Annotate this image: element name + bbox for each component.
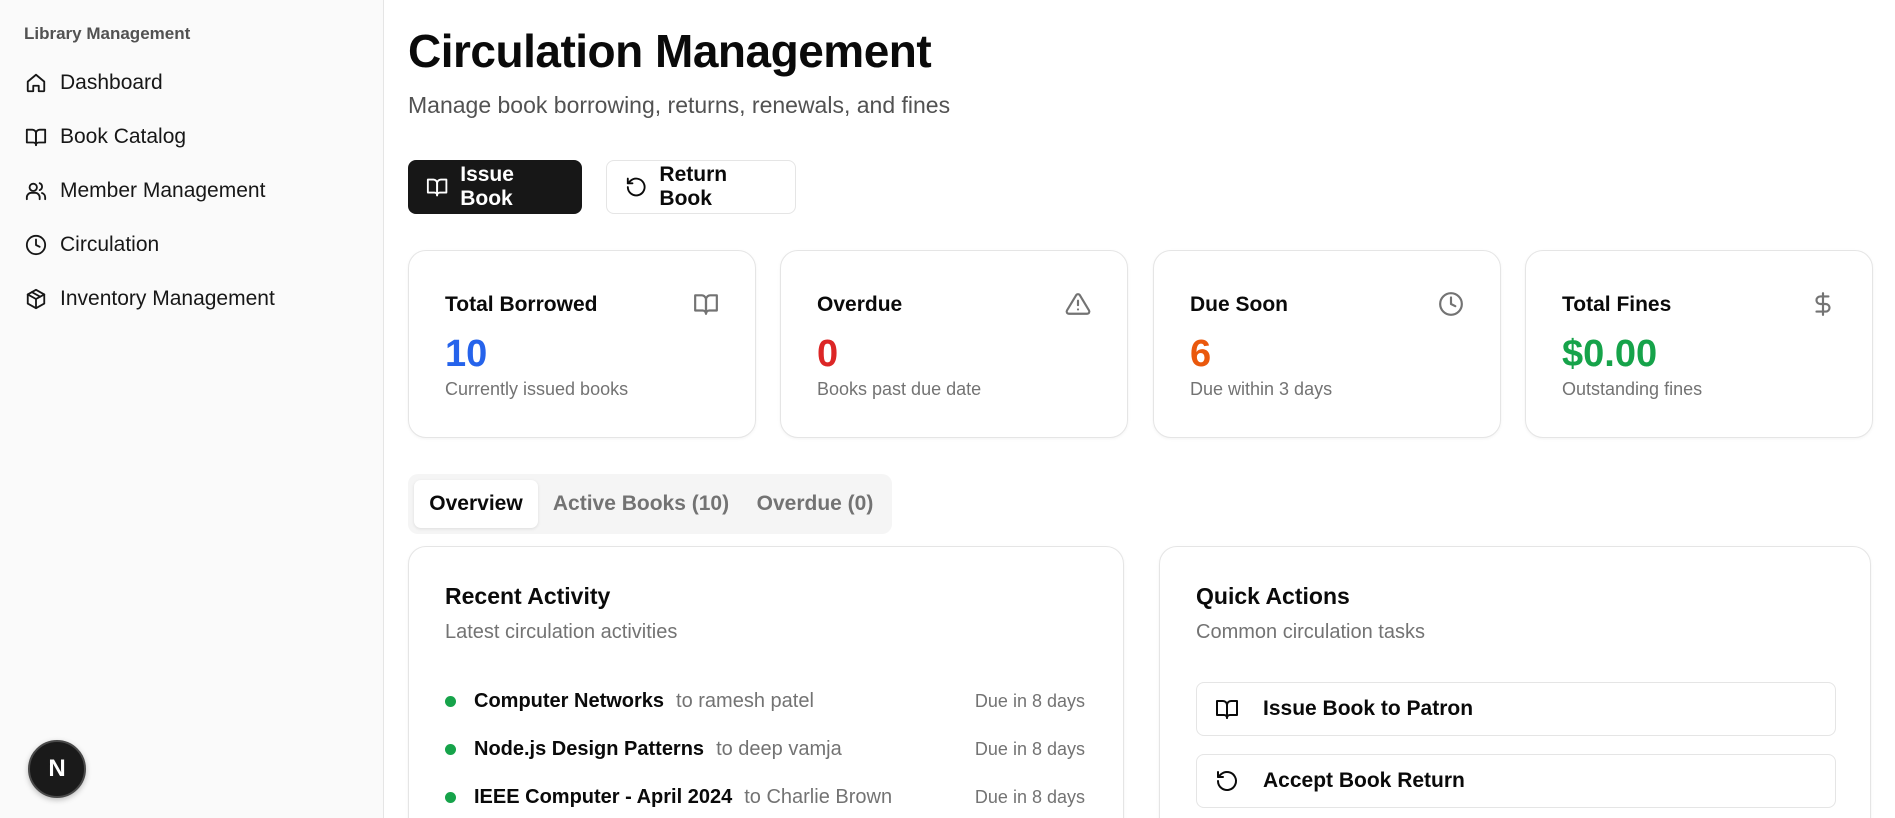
quick-actions-panel: Quick Actions Common circulation tasks I… bbox=[1159, 546, 1871, 818]
alert-triangle-icon bbox=[1065, 291, 1091, 317]
sidebar-item-label: Dashboard bbox=[60, 71, 163, 94]
issue-book-label: Issue Book bbox=[460, 163, 514, 210]
sidebar-item-circulation[interactable]: Circulation bbox=[12, 218, 372, 272]
activity-due: Due in 8 days bbox=[974, 738, 1085, 759]
stat-value: $0.00 bbox=[1562, 333, 1658, 375]
list-item: Node.js Design Patterns to deep vamja Du… bbox=[445, 725, 1085, 773]
stat-card-total-borrowed: Total Borrowed 10 Currently issued books bbox=[408, 250, 756, 438]
stat-title: Due Soon bbox=[1190, 293, 1288, 316]
activity-book: IEEE Computer - April 2024 bbox=[474, 785, 733, 808]
stat-card-overdue: Overdue 0 Books past due date bbox=[780, 250, 1128, 438]
sidebar-item-member-management[interactable]: Member Management bbox=[12, 164, 372, 218]
activity-book: Node.js Design Patterns bbox=[474, 737, 705, 760]
sidebar-item-inventory-management[interactable]: Inventory Management bbox=[12, 272, 372, 326]
book-open-icon bbox=[693, 291, 719, 317]
status-dot bbox=[445, 791, 456, 803]
home-icon bbox=[24, 71, 48, 95]
panel-subtitle: Latest circulation activities bbox=[445, 621, 678, 643]
book-open-icon bbox=[24, 125, 48, 149]
stat-description: Outstanding fines bbox=[1562, 379, 1703, 399]
sidebar-item-book-catalog[interactable]: Book Catalog bbox=[12, 110, 372, 164]
sidebar-nav: Dashboard Book Catalog Member Management… bbox=[12, 56, 372, 326]
status-dot bbox=[445, 695, 456, 707]
stat-description: Books past due date bbox=[817, 379, 982, 399]
quick-action-label: Issue Book to Patron bbox=[1263, 697, 1474, 720]
issue-book-to-patron-button[interactable]: Issue Book to Patron bbox=[1196, 682, 1836, 736]
quick-action-label: Accept Book Return bbox=[1263, 769, 1465, 792]
stat-description: Currently issued books bbox=[445, 379, 629, 399]
page-title: Circulation Management bbox=[408, 25, 932, 77]
rotate-ccw-icon bbox=[1217, 771, 1237, 791]
framework-badge[interactable]: N bbox=[28, 740, 86, 798]
stat-card-due-soon: Due Soon 6 Due within 3 days bbox=[1153, 250, 1501, 438]
stat-card-total-fines: Total Fines $0.00 Outstanding fines bbox=[1525, 250, 1873, 438]
sidebar: Library Management Dashboard Book Catalo… bbox=[0, 0, 384, 818]
stat-title: Overdue bbox=[817, 293, 903, 316]
return-book-button[interactable]: Return Book bbox=[606, 160, 796, 214]
activity-patron: to Charlie Brown bbox=[744, 785, 893, 808]
sidebar-item-dashboard[interactable]: Dashboard bbox=[12, 56, 372, 110]
book-open-icon bbox=[426, 178, 448, 197]
activity-patron: to deep vamja bbox=[716, 737, 842, 760]
tab-list: Overview Active Books (10) Overdue (0) bbox=[408, 474, 892, 534]
book-open-icon bbox=[1216, 700, 1238, 719]
stat-value: 0 bbox=[817, 333, 839, 375]
stat-value: 6 bbox=[1190, 333, 1212, 375]
package-icon bbox=[24, 287, 48, 311]
panel-title: Recent Activity bbox=[445, 583, 611, 609]
accept-book-return-button[interactable]: Accept Book Return bbox=[1196, 754, 1836, 808]
main-content: Circulation Management Manage book borro… bbox=[408, 0, 1878, 818]
page-subtitle: Manage book borrowing, returns, renewals… bbox=[408, 92, 951, 118]
stat-description: Due within 3 days bbox=[1190, 379, 1333, 399]
activity-due: Due in 8 days bbox=[974, 690, 1085, 711]
sidebar-item-label: Member Management bbox=[60, 179, 266, 202]
status-dot bbox=[445, 743, 456, 755]
clock-icon bbox=[24, 233, 48, 257]
stat-value: 10 bbox=[445, 333, 488, 375]
sidebar-group-label: Library Management bbox=[24, 24, 191, 43]
panel-title: Quick Actions bbox=[1196, 583, 1350, 609]
activity-due: Due in 8 days bbox=[974, 786, 1085, 807]
stat-title: Total Fines bbox=[1562, 293, 1672, 316]
rotate-ccw-icon bbox=[626, 177, 646, 197]
issue-book-button[interactable]: Issue Book bbox=[408, 160, 582, 214]
dollar-icon bbox=[1810, 291, 1836, 317]
sidebar-item-label: Circulation bbox=[60, 233, 160, 256]
activity-patron: to ramesh patel bbox=[676, 689, 814, 712]
users-icon bbox=[24, 179, 48, 203]
panel-subtitle: Common circulation tasks bbox=[1196, 621, 1425, 643]
sidebar-item-label: Inventory Management bbox=[60, 287, 275, 310]
tab-overview[interactable]: Overview bbox=[414, 480, 538, 528]
list-item: Computer Networks to ramesh patel Due in… bbox=[445, 677, 1085, 725]
sidebar-item-label: Book Catalog bbox=[60, 125, 187, 148]
clock-icon bbox=[1438, 291, 1464, 317]
return-book-label: Return Book bbox=[659, 163, 728, 210]
tab-active-books[interactable]: Active Books (10) bbox=[544, 480, 738, 528]
stat-title: Total Borrowed bbox=[445, 293, 598, 316]
recent-activity-panel: Recent Activity Latest circulation activ… bbox=[408, 546, 1124, 818]
tab-overdue[interactable]: Overdue (0) bbox=[744, 480, 886, 528]
list-item: IEEE Computer - April 2024 to Charlie Br… bbox=[445, 773, 1085, 818]
activity-book: Computer Networks bbox=[474, 689, 665, 712]
activity-list: Computer Networks to ramesh patel Due in… bbox=[445, 677, 1085, 818]
